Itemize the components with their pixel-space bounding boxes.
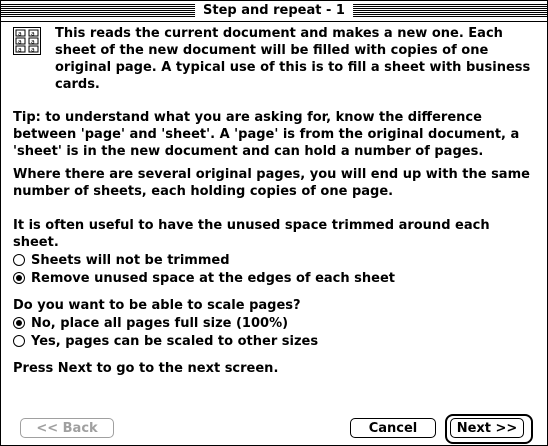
next-button[interactable]: Next >> (450, 418, 524, 438)
back-button[interactable]: << Back (20, 418, 114, 438)
several-pages-text: Where there are several original pages, … (13, 167, 530, 199)
trim-question: It is often useful to have the unused sp… (13, 218, 490, 250)
intro-section: a a a a a a This reads the current docum… (13, 25, 537, 109)
svg-text:a: a (31, 31, 35, 38)
radio-label[interactable]: Yes, pages can be scaled to other sizes (31, 334, 318, 349)
radio-button[interactable] (13, 254, 25, 266)
button-bar: << Back Cancel Next >> (1, 414, 547, 444)
dialog-content: a a a a a a This reads the current docum… (13, 25, 537, 377)
svg-text:a: a (31, 39, 35, 46)
intro-text: This reads the current document and make… (55, 26, 531, 92)
dialog-window: Step and repeat - 1 a a a a a a This rea… (0, 0, 548, 446)
radio-label[interactable]: No, place all pages full size (100%) (31, 316, 288, 331)
radio-label[interactable]: Remove unused space at the edges of each… (31, 271, 395, 286)
radio-button-selected[interactable] (13, 272, 25, 284)
radio-label[interactable]: Sheets will not be trimmed (31, 253, 230, 268)
step-repeat-grid-icon: a a a a a a (13, 27, 41, 55)
svg-text:a: a (18, 39, 22, 46)
scale-question: Do you want to be able to scale pages? (13, 298, 301, 313)
tip-text: Tip: to understand what you are asking f… (13, 110, 520, 159)
footer-note: Press Next to go to the next screen. (13, 361, 279, 376)
radio-no-trim[interactable]: Sheets will not be trimmed (13, 251, 537, 269)
radio-scaled[interactable]: Yes, pages can be scaled to other sizes (13, 332, 537, 350)
radio-full-size[interactable]: No, place all pages full size (100%) (13, 314, 537, 332)
radio-button[interactable] (13, 335, 25, 347)
cancel-button[interactable]: Cancel (350, 418, 436, 438)
window-title: Step and repeat - 1 (195, 2, 353, 20)
svg-text:a: a (18, 31, 22, 38)
svg-text:a: a (18, 47, 22, 54)
radio-remove-unused-space[interactable]: Remove unused space at the edges of each… (13, 269, 537, 287)
title-bar[interactable]: Step and repeat - 1 (1, 1, 547, 22)
svg-text:a: a (31, 47, 35, 54)
radio-button-selected[interactable] (13, 317, 25, 329)
